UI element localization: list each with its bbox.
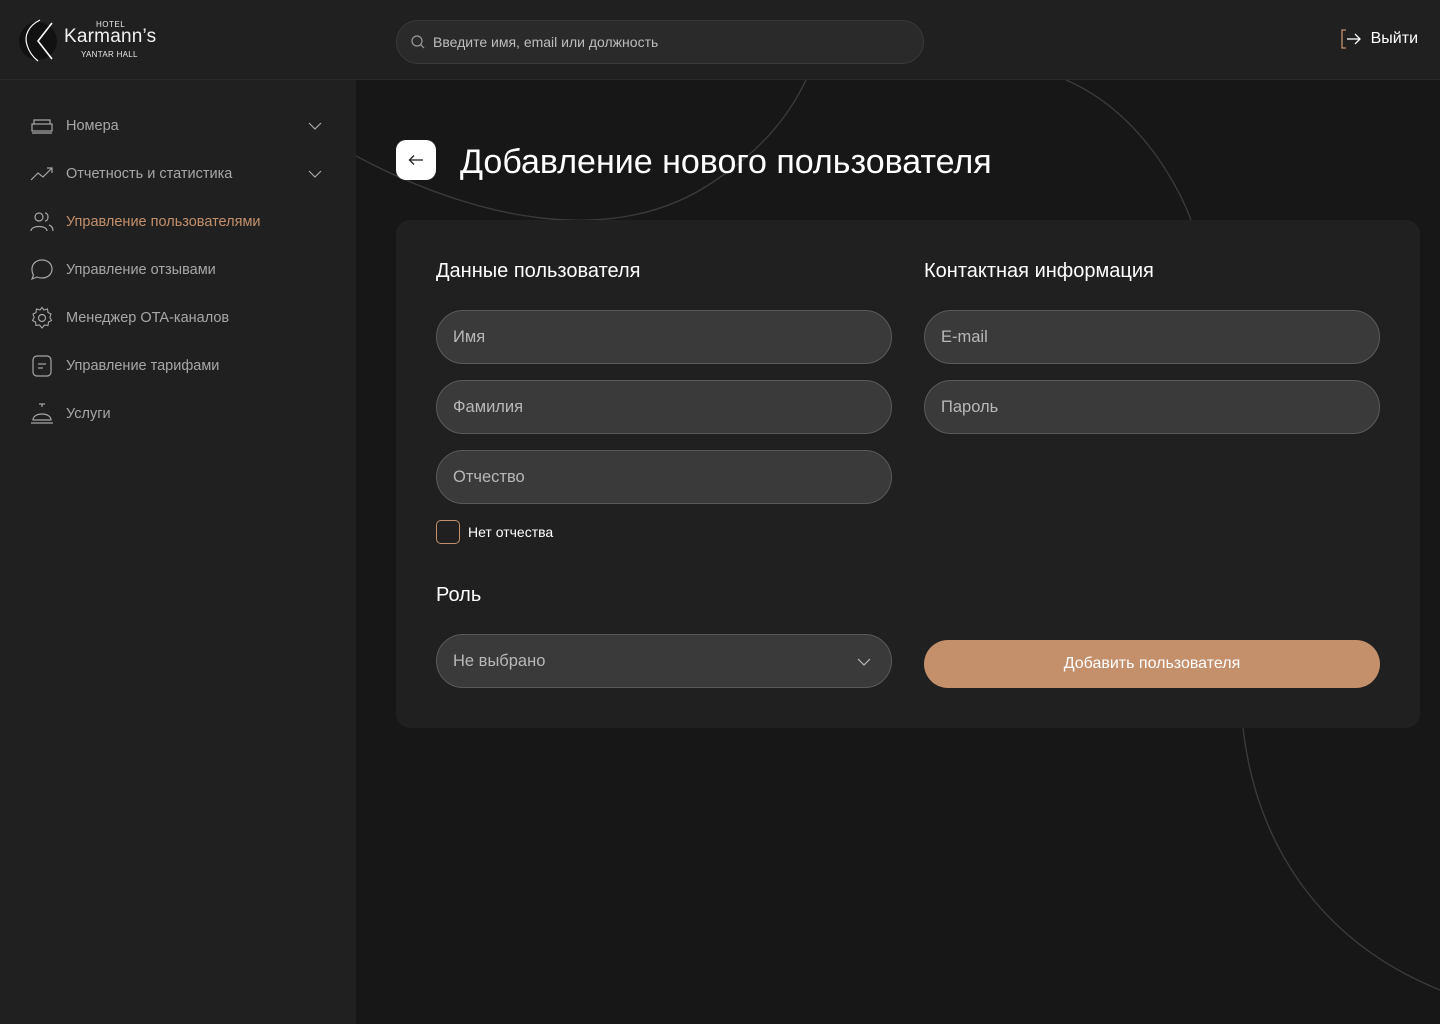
gear-icon bbox=[31, 306, 53, 329]
sidebar-item-reviews[interactable]: Управление отзывами bbox=[30, 254, 326, 286]
hotel-logo[interactable]: HOTEL Karmann’s YANTAR HALL bbox=[18, 18, 168, 64]
no-patronymic-label: Нет отчества bbox=[468, 524, 554, 540]
last-name-field[interactable] bbox=[436, 380, 892, 434]
search-icon bbox=[411, 35, 425, 49]
document-icon bbox=[32, 355, 52, 377]
logout-button[interactable]: Выйти bbox=[1340, 28, 1418, 50]
logo-mark-icon bbox=[19, 19, 57, 62]
logo-brand-text: Karmann’s bbox=[64, 26, 157, 47]
sidebar-item-label: Номера bbox=[66, 118, 119, 134]
role-select[interactable]: Не выбрано bbox=[436, 634, 892, 688]
contact-info-heading: Контактная информация bbox=[924, 260, 1154, 282]
logout-label: Выйти bbox=[1370, 30, 1418, 47]
service-bell-icon bbox=[31, 403, 53, 424]
sidebar-item-users[interactable]: Управление пользователями bbox=[30, 206, 326, 238]
user-data-heading: Данные пользователя bbox=[436, 260, 641, 282]
search-input[interactable] bbox=[433, 34, 903, 50]
password-input[interactable] bbox=[941, 397, 1361, 417]
logo-sub-text: YANTAR HALL bbox=[81, 50, 138, 59]
last-name-input[interactable] bbox=[453, 397, 873, 417]
sidebar-item-label: Управление отзывами bbox=[66, 262, 216, 278]
role-select-value: Не выбрано bbox=[453, 651, 546, 670]
sidebar-item-label: Управление тарифами bbox=[66, 358, 220, 374]
users-icon bbox=[30, 212, 54, 232]
chevron-down-icon[interactable] bbox=[308, 167, 322, 181]
page-title: Добавление нового пользователя bbox=[460, 143, 992, 181]
trend-icon bbox=[30, 167, 53, 181]
arrow-left-icon bbox=[408, 155, 423, 165]
role-heading: Роль bbox=[436, 584, 482, 606]
sidebar-item-services[interactable]: Услуги bbox=[30, 398, 326, 430]
sidebar-item-label: Управление пользователями bbox=[66, 214, 261, 230]
chevron-down-icon bbox=[857, 658, 871, 666]
sidebar-item-ota[interactable]: Менеджер OTA-каналов bbox=[30, 302, 326, 334]
email-field[interactable] bbox=[924, 310, 1380, 364]
bed-icon bbox=[31, 119, 53, 134]
sidebar-item-reports[interactable]: Отчетность и статистика bbox=[30, 158, 326, 190]
first-name-input[interactable] bbox=[453, 327, 873, 347]
add-user-form-card: Данные пользователя Контактная информаци… bbox=[396, 220, 1420, 728]
top-header: HOTEL Karmann’s YANTAR HALL Выйти bbox=[0, 0, 1440, 80]
app-root: HOTEL Karmann’s YANTAR HALL Выйти bbox=[0, 0, 1440, 1024]
first-name-field[interactable] bbox=[436, 310, 892, 364]
add-user-button[interactable]: Добавить пользователя bbox=[924, 640, 1380, 688]
logout-icon bbox=[1340, 29, 1361, 49]
email-input[interactable] bbox=[941, 327, 1361, 347]
sidebar-item-tariffs[interactable]: Управление тарифами bbox=[30, 350, 326, 382]
password-field[interactable] bbox=[924, 380, 1380, 434]
sidebar-item-label: Отчетность и статистика bbox=[66, 166, 233, 182]
chevron-down-icon[interactable] bbox=[308, 119, 322, 133]
sidebar-item-label: Услуги bbox=[66, 406, 111, 422]
sidebar-item-rooms[interactable]: Номера bbox=[30, 110, 326, 142]
patronymic-input[interactable] bbox=[453, 467, 873, 487]
no-patronymic-option[interactable]: Нет отчества bbox=[436, 520, 553, 544]
sidebar-item-label: Менеджер OTA-каналов bbox=[66, 310, 230, 326]
sidebar: Номера Отчетность и статистика Управлени… bbox=[0, 80, 356, 1024]
no-patronymic-checkbox[interactable] bbox=[436, 520, 460, 544]
chat-icon bbox=[30, 259, 53, 281]
search-bar[interactable] bbox=[396, 20, 924, 64]
back-button[interactable] bbox=[396, 140, 436, 180]
patronymic-field[interactable] bbox=[436, 450, 892, 504]
